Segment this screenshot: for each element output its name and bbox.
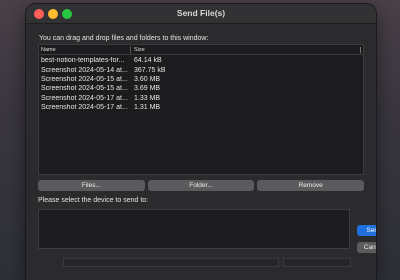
send-button[interactable]: Send — [357, 225, 376, 236]
column-resize-handle[interactable] — [360, 47, 361, 53]
add-folder-button[interactable]: Folder... — [147, 180, 255, 191]
status-bar-left — [63, 258, 279, 267]
file-action-buttons: Files... Folder... Remove — [38, 180, 365, 191]
file-row[interactable]: Screenshot 2024-05-15 at... 3.60 MB — [39, 75, 363, 84]
device-select-label: Please select the device to send to: — [38, 197, 149, 204]
file-size: 1.33 MB — [134, 94, 161, 102]
add-files-button[interactable]: Files... — [38, 180, 145, 191]
file-name: Screenshot 2024-05-17 at... — [41, 104, 128, 112]
column-header-size[interactable]: Size — [131, 46, 145, 54]
file-name: Screenshot 2024-05-17 at... — [41, 94, 128, 102]
file-row[interactable]: Screenshot 2024-05-17 at... 1.33 MB — [39, 94, 363, 103]
file-list-header: Name Size — [39, 45, 363, 55]
remove-button[interactable]: Remove — [257, 180, 365, 191]
device-list[interactable] — [38, 209, 350, 249]
send-files-window: Send File(s) You can drag and drop files… — [26, 4, 376, 280]
file-name: Screenshot 2024-05-15 at... — [41, 85, 128, 93]
status-bar-right — [283, 258, 351, 267]
file-row[interactable]: Screenshot 2024-05-17 at... 1.31 MB — [39, 103, 363, 112]
title-bar: Send File(s) — [26, 4, 376, 24]
window-title: Send File(s) — [176, 8, 226, 18]
file-list-body: best-notion-templates-for... 64.14 kB Sc… — [39, 55, 363, 112]
file-name: best-notion-templates-for... — [41, 57, 125, 65]
file-size: 1.31 MB — [134, 104, 161, 112]
file-row[interactable]: best-notion-templates-for... 64.14 kB — [39, 56, 363, 65]
file-row[interactable]: Screenshot 2024-05-14 at... 367.75 kB — [39, 65, 363, 74]
drag-drop-instructions: You can drag and drop files and folders … — [39, 35, 209, 42]
file-size: 3.69 MB — [134, 85, 161, 93]
file-list[interactable]: Name Size best-notion-templates-for... 6… — [38, 44, 364, 175]
cancel-button[interactable]: Cancel — [357, 242, 376, 253]
file-size: 3.60 MB — [134, 75, 161, 83]
file-name: Screenshot 2024-05-15 at... — [41, 75, 128, 83]
file-name: Screenshot 2024-05-14 at... — [41, 66, 128, 74]
file-row[interactable]: Screenshot 2024-05-15 at... 3.69 MB — [39, 84, 363, 93]
file-size: 64.14 kB — [134, 57, 162, 65]
file-size: 367.75 kB — [134, 66, 166, 74]
column-header-name[interactable]: Name — [39, 45, 131, 54]
